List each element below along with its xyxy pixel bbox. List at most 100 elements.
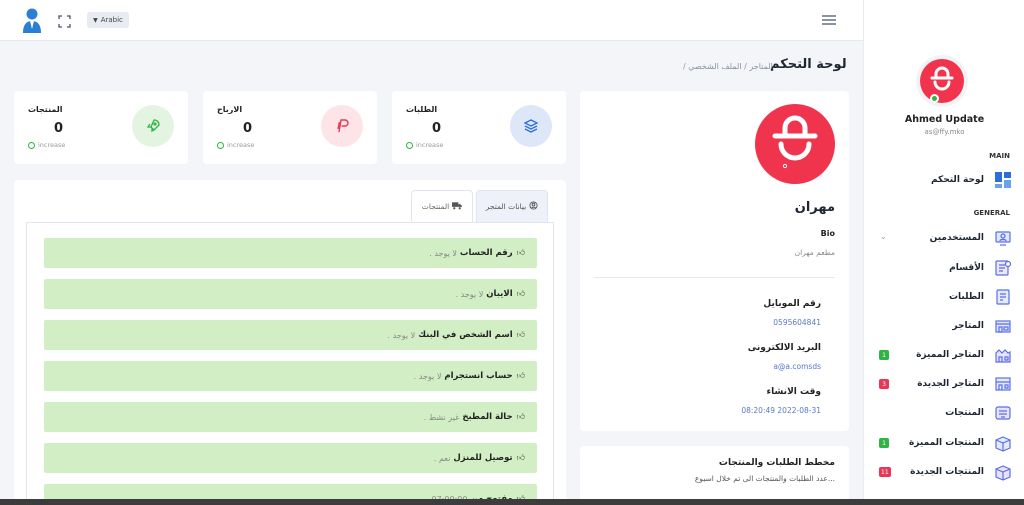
stat-card-products: المنتجات 0 increase [14,91,188,164]
orders-products-chart-card: مخطط الطلبات والمنتجات عدد الطلبات والمن… [580,446,849,505]
store-name: مهران [794,200,835,215]
stat-value: 0 [243,121,253,136]
row-value: . نعم [433,453,451,463]
section-main-label: MAIN [989,152,1010,160]
featured-stores-icon [994,346,1012,364]
categories-icon [994,259,1012,277]
language-label: Arabic [100,16,123,24]
phone-value: 0595604841 [773,318,821,327]
sidebar-item-label: المنتجات الجديدة [910,467,984,477]
row-value: . لا يوجد [429,248,457,258]
store-profile-card: مهران Bio مطعم مهران رقم الموبايل 059560… [580,91,849,431]
sidebar-item-label: المتاجر المميزة [916,350,984,360]
sidebar-item-stores[interactable]: المتاجر [872,315,1012,337]
stores-icon [994,317,1012,335]
new-stores-icon [994,375,1012,393]
row-key: توصيل للمنزل [453,453,513,463]
sidebar-item-label: المتاجر الجديدة [917,379,984,389]
row-key: حساب انستجرام [444,371,513,381]
rocket-icon [132,105,174,147]
badge: 11 [879,467,891,477]
layers-icon [510,105,552,147]
fullscreen-icon[interactable] [58,13,71,28]
store-details-card: بيانات المتجر المنتجات . لا يوجد رقم الح… [14,180,566,505]
thumbs-up-icon: 👍︎ [516,248,525,257]
sidebar-item-label: المنتجات [945,408,984,418]
stat-label: الطلبات [406,105,438,114]
created-label: وقت الانشاء [766,387,821,397]
sidebar-item-label: المنتجات المميزة [908,438,984,448]
stat-value: 0 [54,121,64,136]
dashboard-icon [994,171,1012,189]
bio-label: Bio [820,229,835,238]
store-info-row: . لا يوجد الايبان 👍︎ [44,279,537,309]
section-general-label: GENERAL [973,209,1010,217]
user-avatar-icon[interactable] [22,7,42,33]
user-logo [916,55,968,107]
thumbs-up-icon: 👍︎ [516,412,525,421]
thumbs-up-icon: 👍︎ [516,371,525,380]
stat-increase: increase [217,141,254,149]
featured-products-icon [994,434,1012,452]
badge: 1 [879,438,889,448]
sidebar-item-products[interactable]: المنتجات [872,402,1012,424]
sidebar-item-dashboard[interactable]: لوحة التحكم [872,169,1012,191]
truck-icon [452,201,463,212]
stat-increase: increase [406,141,443,149]
store-info-row: . لا يوجد اسم الشخص في البنك 👍︎ [44,320,537,350]
tab-products[interactable]: المنتجات [411,190,473,222]
badge: 3 [879,379,889,389]
row-value: . لا يوجد [413,371,442,381]
stat-label: المنتجات [28,105,63,114]
stat-value: 0 [432,121,442,136]
top-bar: ▼ Arabic [0,0,863,41]
sidebar-user-email: as@ffy.mko [924,128,965,136]
store-logo [755,104,835,184]
window-bottom-edge [0,499,1024,505]
paypal-icon [321,105,363,147]
thumbs-up-icon: 👍︎ [516,453,525,462]
sidebar-item-label: المتاجر [952,321,984,331]
sidebar-item-users[interactable]: ⌄ المستخدمين [872,227,1012,249]
sidebar-user-name: Ahmed Update [904,114,985,125]
store-info-row: . غير نشط حالة المطبخ 👍︎ [44,402,537,432]
menu-toggle-icon[interactable] [822,15,836,25]
email-label: البريد الالكترونى [747,343,821,353]
arrow-up-circle-icon [406,141,413,149]
badge: 1 [879,350,889,360]
sidebar-item-new-products[interactable]: 11 المنتجات الجديدة [872,461,1012,483]
email-value: a@a.comsds [773,362,821,371]
chevron-down-icon: ⌄ [880,232,887,241]
sidebar-item-orders[interactable]: الطلبات [872,286,1012,308]
page-title: لوحة التحكم [770,57,847,72]
row-value: . لا يوجد [387,330,416,340]
stat-increase: increase [28,141,65,149]
row-key: الايبان [486,289,513,299]
phone-label: رقم الموبايل [763,299,821,309]
user-circle-icon [529,201,538,212]
sidebar-item-label: الطلبات [948,292,984,302]
store-info-row: . نعم توصيل للمنزل 👍︎ [44,443,537,473]
divider [594,277,835,278]
arrow-up-circle-icon [217,141,224,149]
stat-label: الارباح [217,105,243,114]
sidebar-item-featured-products[interactable]: 1 المنتجات المميزة [872,432,1012,454]
created-value: 08:20:49 2022-08-31 [741,406,821,415]
stat-card-orders: الطلبات 0 increase [392,91,566,164]
tab-store-data[interactable]: بيانات المتجر [476,190,548,222]
language-dropdown[interactable]: ▼ Arabic [87,12,129,28]
sidebar-item-label: لوحة التحكم [930,175,984,185]
sidebar-item-featured-stores[interactable]: 1 المتاجر المميزة [872,344,1012,366]
sidebar-item-new-stores[interactable]: 3 المتاجر الجديدة [872,373,1012,395]
tab-label: بيانات المتجر [485,202,527,211]
tab-label: المنتجات [421,202,450,211]
sidebar-item-label: المستخدمين [929,233,984,243]
sidebar: Ahmed Update as@ffy.mko MAIN لوحة التحكم… [863,0,1024,505]
store-info-row: . لا يوجد رقم الحساب 👍︎ [44,238,537,268]
caret-down-icon: ▼ [93,16,98,24]
chart-title: مخطط الطلبات والمنتجات [718,458,835,468]
bio-text: مطعم مهران [794,248,835,257]
products-icon [994,404,1012,422]
breadcrumb[interactable]: / المتاجر / الملف الشخصي [683,62,773,71]
sidebar-item-categories[interactable]: الأقسام [872,257,1012,279]
